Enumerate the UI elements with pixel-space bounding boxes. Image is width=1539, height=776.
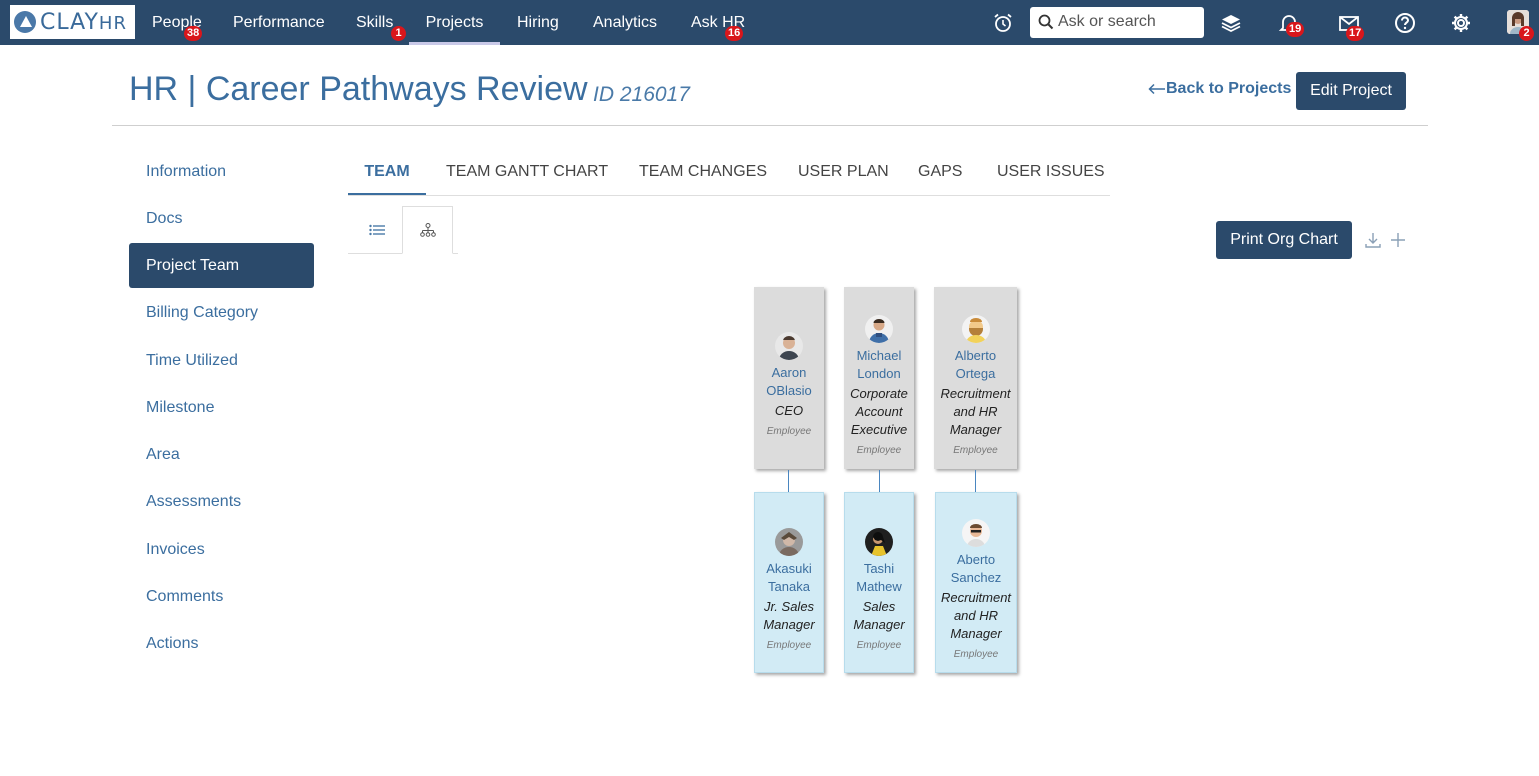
sidebar-item-information[interactable]: Information: [129, 149, 314, 194]
person-role: Jr. Sales Manager: [763, 599, 815, 632]
top-navbar: CLAYHR People 38 Performance Skills 1 Pr…: [0, 0, 1539, 45]
person-last-name: London: [857, 366, 901, 381]
org-connector: [975, 470, 976, 492]
messages-badge: 17: [1346, 26, 1365, 41]
search-input[interactable]: [1058, 13, 1198, 31]
add-icon[interactable]: [1389, 231, 1407, 249]
person-type: Employee: [953, 649, 999, 660]
search-icon: [1038, 14, 1054, 30]
clayhr-logo[interactable]: CLAYHR: [10, 5, 135, 39]
list-view-toggle[interactable]: [351, 206, 402, 254]
person-first-name: Michael: [856, 348, 902, 363]
sidebar-item-milestone[interactable]: Milestone: [129, 385, 314, 430]
avatar-badge: 2: [1519, 26, 1534, 41]
tabs-divider: [348, 195, 1110, 196]
ask-hr-badge: 16: [725, 26, 744, 41]
people-badge: 38: [184, 26, 203, 41]
person-last-name: Tanaka: [768, 579, 810, 594]
org-connector: [879, 470, 880, 492]
person-last-name: OBlasio: [766, 383, 812, 398]
edit-project-button[interactable]: Edit Project: [1296, 72, 1406, 110]
avatar: [961, 315, 990, 343]
download-icon[interactable]: [1364, 231, 1382, 249]
tab-team[interactable]: TEAM: [348, 150, 426, 196]
nav-hiring[interactable]: Hiring: [517, 0, 559, 45]
back-to-projects-link[interactable]: Back to Projects: [1148, 80, 1291, 98]
person-first-name: Tashi: [863, 561, 895, 576]
search-box: [1030, 7, 1204, 38]
page-title: HR | Career Pathways Review: [129, 70, 588, 108]
nav-analytics[interactable]: Analytics: [593, 0, 657, 45]
sidebar-item-billing-category[interactable]: Billing Category: [129, 290, 314, 335]
person-type: Employee: [856, 445, 902, 456]
skills-badge: 1: [391, 26, 406, 41]
org-connector: [788, 470, 789, 492]
person-first-name: Aberto: [956, 552, 996, 567]
org-chart-icon: [419, 223, 436, 237]
sidebar-item-invoices[interactable]: Invoices: [129, 527, 314, 572]
sidebar-item-docs[interactable]: Docs: [129, 196, 314, 241]
person-role: Recruitment and HR Manager: [940, 386, 1011, 437]
tab-gaps[interactable]: GAPS: [918, 150, 962, 196]
logo-mark-icon: [14, 11, 36, 33]
person-type: Employee: [766, 640, 812, 651]
nav-skills[interactable]: Skills: [356, 0, 393, 45]
person-first-name: Aaron: [771, 365, 807, 380]
person-role: Corporate Account Executive: [850, 386, 908, 437]
sidebar-item-time-utilized[interactable]: Time Utilized: [129, 338, 314, 383]
notifications-badge: 19: [1286, 22, 1305, 37]
layers-icon[interactable]: [1220, 12, 1242, 34]
sidebar-item-comments[interactable]: Comments: [129, 574, 314, 619]
org-card-akasuki-tanaka[interactable]: Akasuki Tanaka Jr. Sales Manager Employee: [754, 492, 824, 673]
alarm-clock-icon[interactable]: [992, 12, 1014, 34]
person-first-name: Alberto: [954, 348, 997, 363]
person-last-name: Sanchez: [950, 570, 1002, 585]
help-icon[interactable]: [1394, 12, 1416, 34]
sidebar-item-assessments[interactable]: Assessments: [129, 479, 314, 524]
org-card-michael-london[interactable]: Michael London Corporate Account Executiv…: [844, 287, 914, 469]
person-last-name: Mathew: [856, 579, 902, 594]
nav-performance[interactable]: Performance: [233, 0, 325, 45]
org-card-tashi-mathew[interactable]: Tashi Mathew Sales Manager Employee: [844, 492, 914, 673]
person-last-name: Ortega: [955, 366, 996, 381]
person-role: Sales Manager: [853, 599, 905, 632]
sidebar-item-area[interactable]: Area: [129, 432, 314, 477]
logo-main-text: CLAY: [40, 9, 99, 35]
person-role: CEO: [774, 403, 804, 418]
org-card-alberto-ortega[interactable]: Alberto Ortega Recruitment and HR Manager…: [934, 287, 1017, 469]
person-type: Employee: [856, 640, 902, 651]
arrow-left-icon: [1148, 83, 1165, 94]
person-type: Employee: [766, 426, 812, 437]
list-icon: [368, 224, 385, 236]
org-card-aaron-oblasio[interactable]: Aaron OBlasio CEO Employee: [754, 287, 824, 469]
avatar: [865, 315, 893, 343]
avatar: [962, 519, 990, 547]
tab-user-issues[interactable]: USER ISSUES: [997, 150, 1105, 196]
sidebar-item-actions[interactable]: Actions: [129, 621, 314, 666]
person-type: Employee: [953, 445, 998, 456]
sidebar-item-project-team[interactable]: Project Team: [129, 243, 314, 288]
avatar: [865, 528, 893, 556]
nav-projects[interactable]: Projects: [409, 0, 500, 45]
person-first-name: Akasuki: [766, 561, 812, 576]
header-divider: [112, 125, 1428, 126]
tab-team-changes[interactable]: TEAM CHANGES: [639, 150, 767, 196]
gear-icon[interactable]: [1450, 12, 1472, 34]
tab-user-plan[interactable]: USER PLAN: [798, 150, 889, 196]
tab-team-gantt-chart[interactable]: TEAM GANTT CHART: [446, 150, 608, 196]
avatar: [775, 332, 803, 360]
avatar: [775, 528, 803, 556]
project-id: ID 216017: [593, 83, 690, 106]
print-org-chart-button[interactable]: Print Org Chart: [1216, 221, 1352, 259]
person-role: Recruitment and HR Manager: [940, 590, 1012, 641]
logo-sub-text: HR: [98, 12, 127, 34]
org-card-aberto-sanchez[interactable]: Aberto Sanchez Recruitment and HR Manager…: [935, 492, 1017, 673]
org-chart-view-toggle[interactable]: [402, 206, 453, 254]
